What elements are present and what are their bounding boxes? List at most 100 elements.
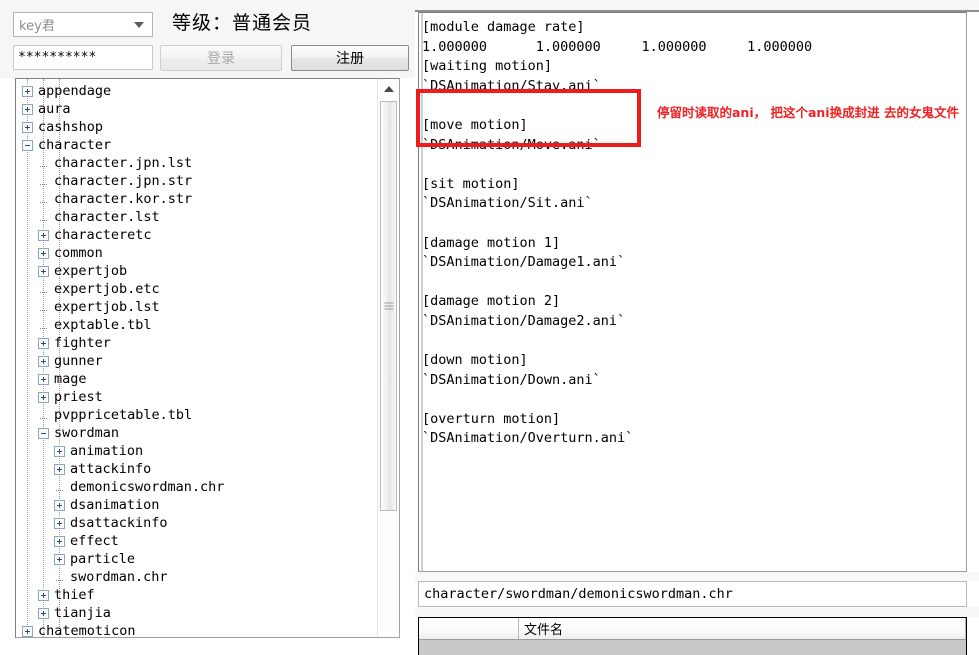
tree-row[interactable]: pvppricetable.tbl <box>16 406 378 424</box>
file-tree-panel[interactable]: appendage aura cashshop character character.… <box>15 78 400 638</box>
tree-row[interactable]: character.jpn.str <box>16 172 378 190</box>
expand-plus-icon[interactable] <box>38 391 49 403</box>
annotation-note: 停留时读取的ani， 把这个ani换成封进 去的女鬼文件 <box>657 105 959 120</box>
tree-row[interactable]: priest <box>16 388 378 406</box>
tree-item-label: characteretc <box>54 227 152 243</box>
login-button[interactable]: 登录 <box>160 45 282 71</box>
tree-row[interactable]: appendage <box>16 82 378 100</box>
tree-leaf-connector-icon <box>38 320 49 331</box>
column-header-filename[interactable]: 文件名 <box>519 618 966 639</box>
tree-item-label: dsattackinfo <box>70 515 168 531</box>
tree-item-label: aura <box>38 101 71 117</box>
panel-gap-upper <box>415 572 979 581</box>
tree-row[interactable]: demonicswordman.chr <box>16 478 378 496</box>
scrollbar-thumb[interactable] <box>380 101 397 511</box>
tree-row[interactable]: character <box>16 136 378 154</box>
text-editor-panel[interactable]: [module damage rate] 1.000000 1.000000 1… <box>418 12 967 572</box>
tree-item-label: swordman <box>54 425 120 441</box>
expand-plus-icon[interactable] <box>38 607 49 619</box>
tree-leaf-connector-icon <box>38 176 49 187</box>
tree-row[interactable]: common <box>16 244 378 262</box>
tree-row[interactable]: cashshop <box>16 118 378 136</box>
expand-plus-icon[interactable] <box>54 517 65 529</box>
tree-item-label: appendage <box>38 83 112 99</box>
tree-row[interactable]: tianjia <box>16 604 378 622</box>
collapse-minus-icon[interactable] <box>38 427 49 439</box>
tree-row[interactable]: character.jpn.lst <box>16 154 378 172</box>
tree-row[interactable]: animation <box>16 442 378 460</box>
file-tree-vertical-scrollbar[interactable] <box>377 79 399 637</box>
login-bar: key君 等级：普通会员 ********** 登录 注册 <box>0 0 415 78</box>
tree-row[interactable]: character.kor.str <box>16 190 378 208</box>
tree-row[interactable]: attackinfo <box>16 460 378 478</box>
tree-item-label: common <box>54 245 103 261</box>
expand-plus-icon[interactable] <box>54 463 65 475</box>
tree-row[interactable]: chatemoticon <box>16 622 378 637</box>
tree-leaf-connector-icon <box>54 482 65 493</box>
expand-plus-icon[interactable] <box>54 445 65 457</box>
tree-row[interactable]: expertjob.lst <box>16 298 378 316</box>
file-list-panel[interactable]: 文件名 <box>418 617 967 655</box>
password-field[interactable]: ********** <box>13 45 153 70</box>
selected-file-path-value: character/swordman/demonicswordman.chr <box>424 586 733 602</box>
tree-row[interactable]: swordman.chr <box>16 568 378 586</box>
expand-plus-icon[interactable] <box>38 337 49 349</box>
column-header-icon[interactable] <box>419 618 519 639</box>
expand-plus-icon[interactable] <box>38 247 49 259</box>
expand-plus-icon[interactable] <box>22 85 33 97</box>
tree-row[interactable]: swordman <box>16 424 378 442</box>
tree-item-label: mage <box>54 371 87 387</box>
tree-leaf-connector-icon <box>38 212 49 223</box>
tree-leaf-connector-icon <box>38 158 49 169</box>
selected-file-path-field[interactable]: character/swordman/demonicswordman.chr <box>418 581 967 607</box>
tree-row[interactable]: character.lst <box>16 208 378 226</box>
collapse-minus-icon[interactable] <box>22 139 33 151</box>
tree-leaf-connector-icon <box>38 284 49 295</box>
expand-plus-icon[interactable] <box>38 229 49 241</box>
expand-plus-icon[interactable] <box>22 103 33 115</box>
file-tree-scroll-area[interactable]: appendage aura cashshop character character.… <box>16 79 378 637</box>
chevron-down-icon[interactable] <box>126 13 152 36</box>
expand-plus-icon[interactable] <box>22 625 33 637</box>
editor-top-chrome <box>415 0 979 12</box>
tree-row[interactable]: mage <box>16 370 378 388</box>
tree-item-label: particle <box>70 551 136 567</box>
tree-leaf-connector-icon <box>38 410 49 421</box>
tree-row[interactable]: dsanimation <box>16 496 378 514</box>
expand-plus-icon[interactable] <box>54 535 65 547</box>
tree-item-label: tianjia <box>54 605 111 621</box>
tree-row[interactable]: characteretc <box>16 226 378 244</box>
tree-row[interactable]: dsattackinfo <box>16 514 378 532</box>
account-select[interactable]: key君 <box>13 12 153 37</box>
expand-plus-icon[interactable] <box>38 373 49 385</box>
tree-item-label: character.kor.str <box>54 191 193 207</box>
tree-row[interactable]: gunner <box>16 352 378 370</box>
tree-row[interactable]: fighter <box>16 334 378 352</box>
tree-row[interactable]: exptable.tbl <box>16 316 378 334</box>
tree-item-label: swordman.chr <box>70 569 168 585</box>
expand-plus-icon[interactable] <box>54 499 65 511</box>
scroll-up-arrow-icon[interactable] <box>378 79 399 98</box>
grip-lines-icon <box>384 301 393 312</box>
expand-plus-icon[interactable] <box>38 589 49 601</box>
tree-row[interactable]: effect <box>16 532 378 550</box>
tree-row[interactable]: expertjob <box>16 262 378 280</box>
tree-item-label: gunner <box>54 353 103 369</box>
tree-item-label: dsanimation <box>70 497 160 513</box>
bottom-left-chrome <box>0 638 415 655</box>
password-masked-value: ********** <box>18 50 97 65</box>
tree-item-label: cashshop <box>38 119 104 135</box>
tree-item-label: animation <box>70 443 144 459</box>
file-list-body[interactable] <box>419 639 966 655</box>
expand-plus-icon[interactable] <box>22 121 33 133</box>
tree-item-label: priest <box>54 389 103 405</box>
tree-row[interactable]: expertjob.etc <box>16 280 378 298</box>
expand-plus-icon[interactable] <box>54 553 65 565</box>
membership-level-label: 等级：普通会员 <box>172 12 313 34</box>
expand-plus-icon[interactable] <box>38 355 49 367</box>
register-button[interactable]: 注册 <box>291 45 409 71</box>
expand-plus-icon[interactable] <box>38 265 49 277</box>
tree-row[interactable]: thief <box>16 586 378 604</box>
tree-row[interactable]: particle <box>16 550 378 568</box>
tree-row[interactable]: aura <box>16 100 378 118</box>
